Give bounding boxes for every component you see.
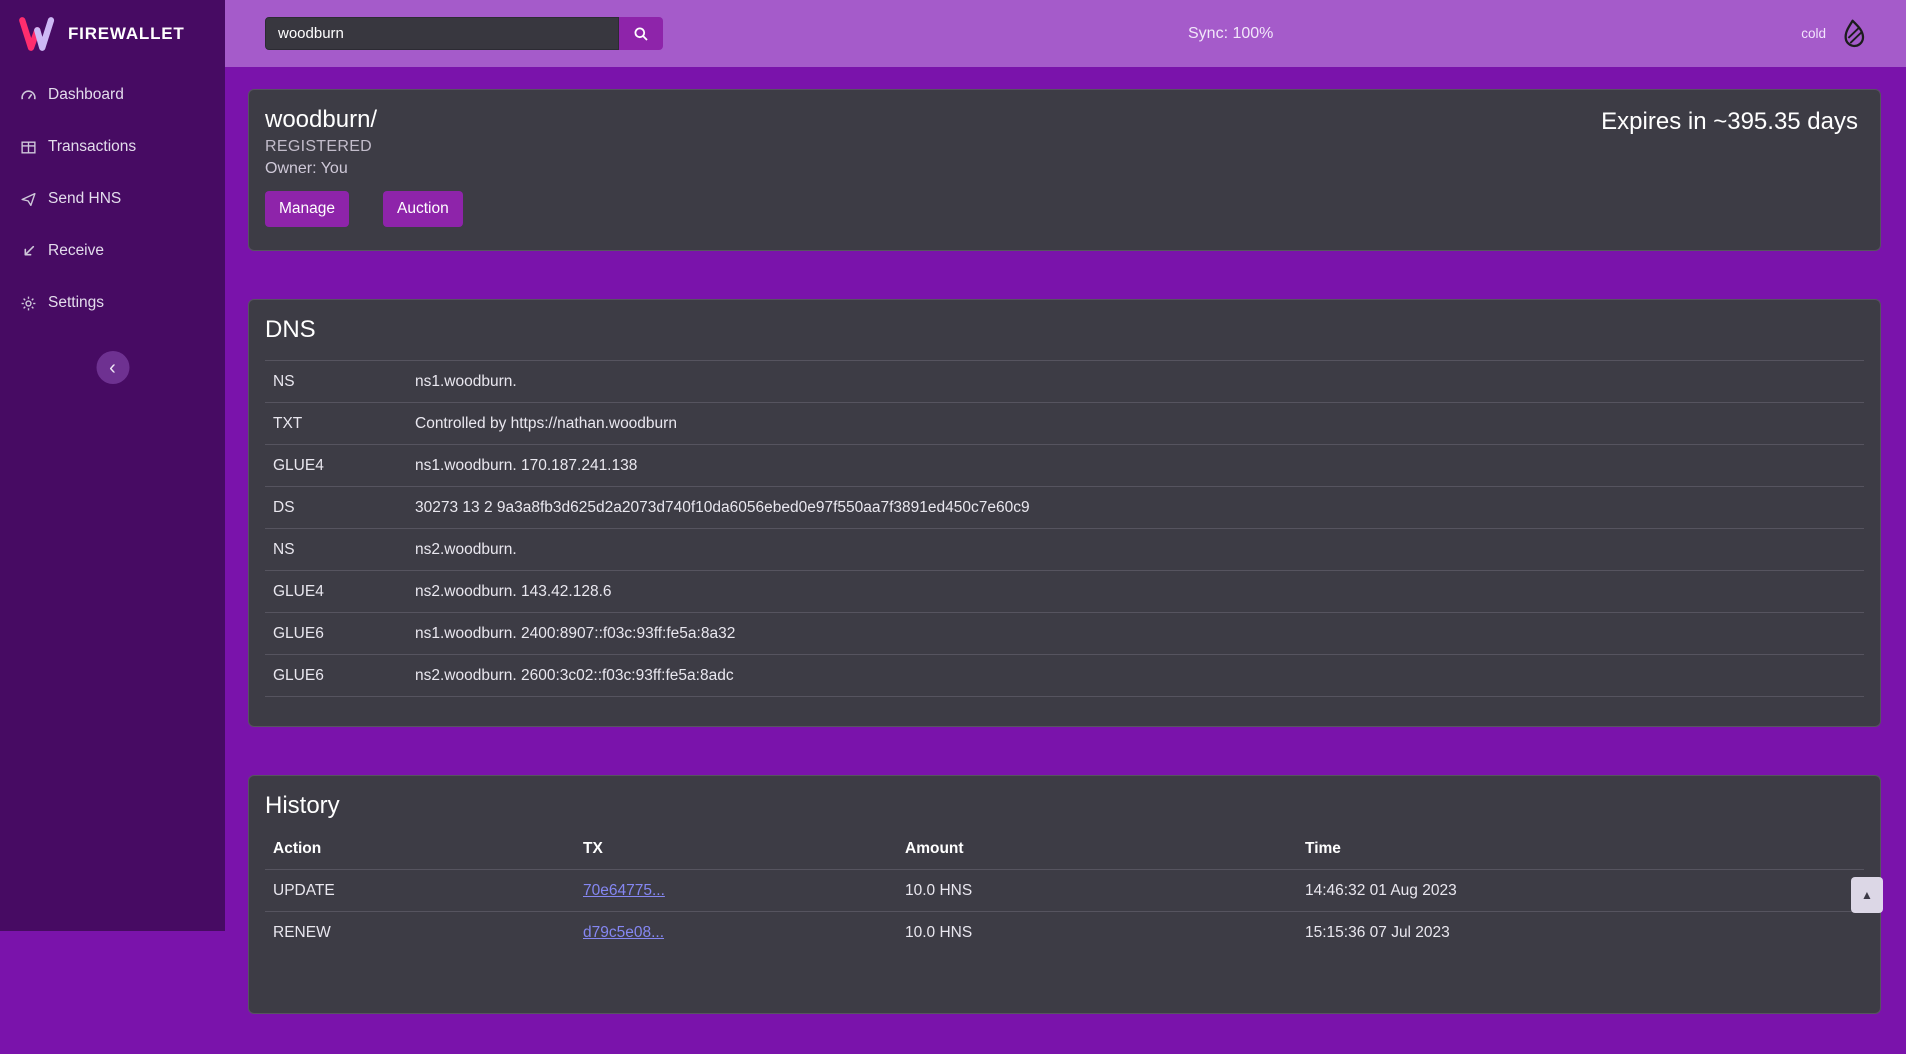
dns-card: DNS NS ns1.woodburn. TXT Controlled by h… <box>248 299 1881 727</box>
dns-record-row: NS ns1.woodburn. <box>265 361 1864 403</box>
history-time: 14:46:32 01 Aug 2023 <box>1297 870 1864 912</box>
main-column: Sync: 100% cold woodburn/ REGISTERED Own… <box>225 0 1906 931</box>
dns-record-value: Controlled by https://nathan.woodburn <box>407 403 1864 445</box>
history-col-action: Action <box>265 828 575 870</box>
gauge-icon <box>20 87 37 104</box>
dns-record-type: NS <box>265 529 407 571</box>
sidebar-item-label: Send HNS <box>48 190 121 208</box>
search-icon <box>633 26 649 42</box>
sidebar: FIREWALLET Dashboard Transactions Send H… <box>0 0 225 931</box>
domain-status: REGISTERED <box>265 138 463 156</box>
dns-record-type: GLUE4 <box>265 445 407 487</box>
sidebar-item-label: Dashboard <box>48 86 124 104</box>
table-icon <box>20 139 37 156</box>
sidebar-item-label: Receive <box>48 242 104 260</box>
history-action: RENEW <box>265 912 575 954</box>
dns-record-row: TXT Controlled by https://nathan.woodbur… <box>265 403 1864 445</box>
dns-record-value: ns2.woodburn. <box>407 529 1864 571</box>
scroll-to-top-button[interactable]: ▲ <box>1851 877 1883 913</box>
dns-record-value: 30273 13 2 9a3a8fb3d625d2a2073d740f10da6… <box>407 487 1864 529</box>
dns-record-row: GLUE4 ns2.woodburn. 143.42.128.6 <box>265 571 1864 613</box>
gear-icon <box>20 295 37 312</box>
wallet-name: cold <box>1801 26 1826 41</box>
sync-status: Sync: 100% <box>1188 25 1273 43</box>
history-amount: 10.0 HNS <box>897 870 1297 912</box>
history-header-row: Action TX Amount Time <box>265 828 1864 870</box>
search-box <box>265 17 663 50</box>
domain-name-title: woodburn/ <box>265 106 463 134</box>
domain-card: woodburn/ REGISTERED Owner: You Manage A… <box>248 89 1881 251</box>
search-button[interactable] <box>619 17 663 50</box>
page-content: woodburn/ REGISTERED Owner: You Manage A… <box>225 67 1906 1054</box>
history-row: RENEW d79c5e08... 10.0 HNS 15:15:36 07 J… <box>265 912 1864 954</box>
history-title: History <box>265 792 1864 820</box>
dns-table: NS ns1.woodburn. TXT Controlled by https… <box>265 360 1864 697</box>
sidebar-item-send-hns[interactable]: Send HNS <box>0 173 225 225</box>
topbar: Sync: 100% cold <box>225 0 1906 67</box>
history-col-amount: Amount <box>897 828 1297 870</box>
dns-title: DNS <box>265 316 1864 344</box>
sidebar-item-dashboard[interactable]: Dashboard <box>0 69 225 121</box>
tx-link[interactable]: d79c5e08... <box>583 924 664 941</box>
sidebar-item-transactions[interactable]: Transactions <box>0 121 225 173</box>
history-time: 15:15:36 07 Jul 2023 <box>1297 912 1864 954</box>
domain-card-left: woodburn/ REGISTERED Owner: You Manage A… <box>265 106 463 227</box>
dns-record-value: ns2.woodburn. 2600:3c02::f03c:93ff:fe5a:… <box>407 655 1864 697</box>
tx-link[interactable]: 70e64775... <box>583 882 665 899</box>
dns-record-row: DS 30273 13 2 9a3a8fb3d625d2a2073d740f10… <box>265 487 1864 529</box>
sidebar-item-receive[interactable]: Receive <box>0 225 225 277</box>
send-icon <box>20 191 37 208</box>
sidebar-collapse-button[interactable]: ‹ <box>96 351 129 384</box>
brand: FIREWALLET <box>0 0 225 67</box>
dns-record-type: GLUE6 <box>265 655 407 697</box>
domain-actions: Manage Auction <box>265 191 463 227</box>
dns-record-type: GLUE4 <box>265 571 407 613</box>
brand-name: FIREWALLET <box>68 24 185 44</box>
domain-owner: Owner: You <box>265 160 463 178</box>
dns-record-value: ns1.woodburn. 170.187.241.138 <box>407 445 1864 487</box>
sidebar-item-label: Settings <box>48 294 104 312</box>
history-action: UPDATE <box>265 870 575 912</box>
firewallet-flame-icon[interactable] <box>1834 16 1873 52</box>
history-card: History Action TX Amount Time UPDATE <box>248 775 1881 1014</box>
history-amount: 10.0 HNS <box>897 912 1297 954</box>
dns-record-type: TXT <box>265 403 407 445</box>
sidebar-nav: Dashboard Transactions Send HNS Receive <box>0 67 225 329</box>
dns-record-row: GLUE4 ns1.woodburn. 170.187.241.138 <box>265 445 1864 487</box>
dns-record-row: GLUE6 ns1.woodburn. 2400:8907::f03c:93ff… <box>265 613 1864 655</box>
app-root: FIREWALLET Dashboard Transactions Send H… <box>0 0 1906 931</box>
wallet-indicator: cold <box>1801 18 1906 50</box>
history-col-time: Time <box>1297 828 1864 870</box>
domain-expiry: Expires in ~395.35 days <box>1601 106 1858 136</box>
dns-record-type: DS <box>265 487 407 529</box>
dns-record-value: ns1.woodburn. <box>407 361 1864 403</box>
dns-record-value: ns2.woodburn. 143.42.128.6 <box>407 571 1864 613</box>
history-row: UPDATE 70e64775... 10.0 HNS 14:46:32 01 … <box>265 870 1864 912</box>
dns-record-value: ns1.woodburn. 2400:8907::f03c:93ff:fe5a:… <box>407 613 1864 655</box>
history-col-tx: TX <box>575 828 897 870</box>
dns-record-type: NS <box>265 361 407 403</box>
dns-record-row: NS ns2.woodburn. <box>265 529 1864 571</box>
sidebar-item-settings[interactable]: Settings <box>0 277 225 329</box>
dns-record-type: GLUE6 <box>265 613 407 655</box>
auction-button[interactable]: Auction <box>383 191 463 227</box>
firewallet-logo-icon <box>16 14 56 54</box>
sidebar-item-label: Transactions <box>48 138 136 156</box>
receive-icon <box>20 243 37 260</box>
manage-button[interactable]: Manage <box>265 191 349 227</box>
dns-record-row: GLUE6 ns2.woodburn. 2600:3c02::f03c:93ff… <box>265 655 1864 697</box>
search-input[interactable] <box>265 17 619 50</box>
history-table: Action TX Amount Time UPDATE 70e64775...… <box>265 828 1864 953</box>
